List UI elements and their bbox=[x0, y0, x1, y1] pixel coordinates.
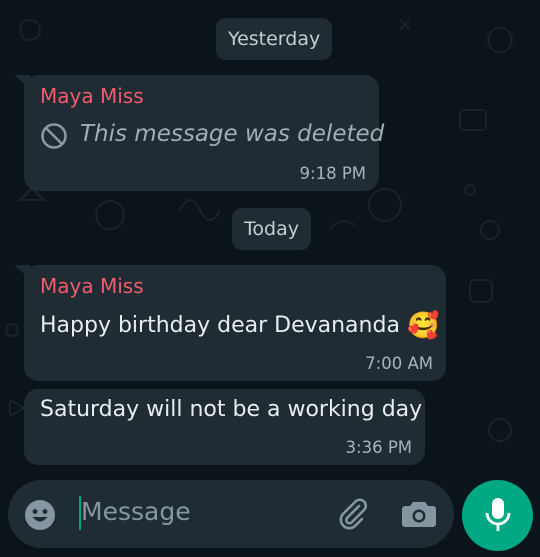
bubble-tail bbox=[14, 265, 30, 279]
message-composer: Message bbox=[8, 480, 454, 548]
message-bubble[interactable]: Saturday will not be a working day 3:36 … bbox=[24, 389, 425, 465]
date-separator-today: Today bbox=[232, 208, 311, 250]
message-input[interactable]: Message bbox=[81, 497, 191, 526]
message-text: Saturday will not be a working day bbox=[40, 397, 423, 422]
paperclip-icon[interactable] bbox=[336, 497, 370, 535]
message-bubble[interactable]: Maya Miss Happy birthday dear Devananda … bbox=[14, 265, 446, 381]
blocked-icon bbox=[40, 122, 68, 154]
emoji-icon[interactable] bbox=[24, 499, 56, 535]
deleted-message-text: This message was deleted bbox=[80, 121, 385, 147]
message-time: 3:36 PM bbox=[345, 438, 412, 457]
sender-name[interactable]: Maya Miss bbox=[40, 84, 144, 108]
date-label: Today bbox=[244, 218, 299, 240]
date-label: Yesterday bbox=[228, 28, 321, 50]
message-text: Happy birthday dear Devananda 🥰 bbox=[40, 311, 439, 341]
message-time: 7:00 AM bbox=[365, 354, 433, 373]
voice-message-button[interactable] bbox=[462, 480, 533, 551]
bubble-tail bbox=[14, 75, 30, 89]
date-separator-yesterday: Yesterday bbox=[216, 18, 333, 60]
message-time: 9:18 PM bbox=[299, 164, 366, 183]
camera-icon[interactable] bbox=[402, 499, 436, 533]
message-bubble-deleted[interactable]: Maya Miss This message was deleted 9:18 … bbox=[14, 75, 384, 191]
sender-name[interactable]: Maya Miss bbox=[40, 274, 144, 298]
mic-icon bbox=[485, 497, 511, 537]
smiling-face-with-hearts-emoji: 🥰 bbox=[406, 311, 440, 341]
message-body: Happy birthday dear Devananda bbox=[40, 313, 400, 338]
